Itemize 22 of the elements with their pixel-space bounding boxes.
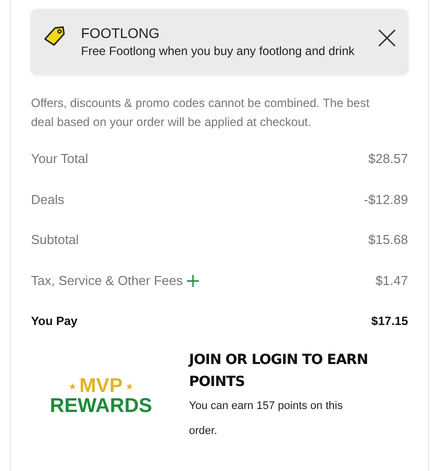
star-icon: [69, 382, 76, 390]
summary-label: Subtotal: [31, 231, 79, 250]
notice-text: Offers, discounts & promo codes cannot be combined. The best deal based on your order will be applied at checkout.: [31, 95, 370, 131]
summary-amount: $17.15: [371, 312, 408, 330]
promo-title: FOOTLONG: [81, 24, 161, 42]
star-icon: [126, 382, 133, 390]
logo-text: MVP: [79, 376, 123, 396]
close-button[interactable]: [378, 28, 396, 46]
plus-icon[interactable]: [186, 275, 199, 288]
promo-description: Free Footlong when you buy any footlong and drink: [81, 42, 356, 60]
summary-amount: $28.57: [368, 150, 408, 168]
tag-icon: [43, 24, 67, 46]
summary-label: Your Total: [31, 150, 88, 168]
summary-amount: -$12.89: [364, 190, 408, 209]
summary-label: You Pay: [31, 312, 78, 330]
summary-label: Deals: [31, 190, 64, 209]
summary-amount: $1.47: [375, 272, 408, 290]
summary-label: Tax, Service & Other Fees: [31, 272, 183, 290]
logo-text: REWARDS: [50, 396, 152, 416]
rewards-body: You can earn 157 points on this order.: [189, 398, 344, 439]
summary-amount: $15.68: [368, 231, 408, 250]
rewards-title: JOIN OR LOGIN TO EARN POINTS: [189, 350, 369, 392]
